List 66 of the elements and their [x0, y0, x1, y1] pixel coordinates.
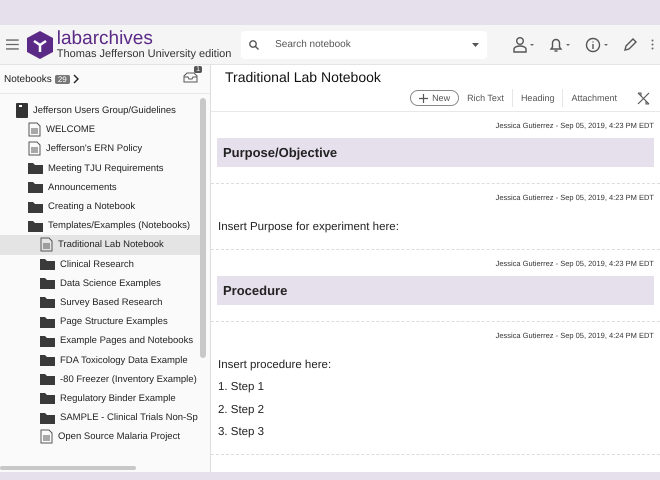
entry-text: 3. Step 3: [217, 425, 266, 440]
folder-icon: [28, 181, 43, 194]
search-field[interactable]: Search notebook: [241, 30, 487, 58]
scrollbar-thumb[interactable]: [200, 98, 206, 358]
tree-item[interactable]: WELCOME: [0, 120, 200, 140]
tree-item[interactable]: Traditional Lab Notebook: [0, 235, 200, 254]
tree-item[interactable]: Page Structure Examples: [0, 312, 200, 332]
bell-icon[interactable]: [549, 36, 571, 52]
folder-icon: [40, 258, 55, 270]
tree-item[interactable]: Open Source Malaria Project: [0, 427, 200, 446]
document-icon: [40, 237, 53, 252]
folder-icon: [28, 162, 43, 174]
tree-item[interactable]: Jefferson's ERN Policy: [0, 139, 200, 159]
tree-item[interactable]: Survey Based Research: [0, 292, 200, 312]
tree-item[interactable]: -80 Freezer (Inventory Example): [0, 370, 200, 389]
document-icon: [28, 122, 41, 138]
tree-item[interactable]: Announcements: [0, 178, 200, 197]
tree-item[interactable]: Regulatory Binder Example: [0, 388, 200, 408]
tree-item[interactable]: SAMPLE - Clinical Trials Non-Sp: [0, 408, 200, 428]
section-heading: Purpose/Objective: [217, 138, 654, 167]
folder-icon: [40, 392, 55, 404]
tree-item[interactable]: Data Science Examples: [0, 274, 200, 293]
tree-item[interactable]: Creating a Notebook: [0, 196, 200, 216]
menu-icon[interactable]: [6, 39, 19, 50]
dropdown-caret-icon: [472, 42, 479, 46]
folder-icon: [40, 316, 55, 328]
folder-icon: [28, 200, 43, 213]
folder-icon: [40, 277, 55, 290]
folder-icon: [40, 296, 55, 308]
user-icon[interactable]: [513, 36, 535, 52]
notebook-icon: [16, 103, 28, 118]
notebooks-label[interactable]: Notebooks: [4, 74, 52, 84]
folder-icon: [40, 354, 55, 366]
entry-text: 2. Step 2: [217, 402, 266, 418]
section-heading: Procedure: [217, 276, 654, 304]
chevron-right-icon[interactable]: [72, 74, 79, 84]
plus-icon: [419, 94, 428, 102]
search-icon: [249, 40, 260, 50]
brand-name: labarchives: [56, 30, 154, 48]
entry-text: Insert procedure here:: [217, 358, 332, 372]
scrollbar-thumb[interactable]: [0, 466, 136, 470]
new-button[interactable]: New: [410, 90, 460, 106]
search-input[interactable]: Search notebook: [273, 38, 458, 51]
info-icon[interactable]: [585, 36, 609, 52]
tree-item[interactable]: Example Pages and Notebooks: [0, 331, 200, 350]
inbox-icon[interactable]: [183, 72, 198, 83]
tree-item[interactable]: FDA Toxicology Data Example: [0, 350, 200, 370]
tree-item[interactable]: Jefferson Users Group/Guidelines: [0, 101, 200, 120]
entry-text: 1. Step 1: [217, 380, 266, 395]
pen-icon[interactable]: [623, 38, 637, 52]
folder-icon: [40, 373, 55, 386]
edition-label: Thomas Jefferson University edition: [56, 48, 232, 60]
page-title: Traditional Lab Notebook: [224, 68, 382, 87]
tools-icon[interactable]: [637, 92, 650, 104]
folder-icon: [40, 412, 55, 424]
cube-logo-icon: [26, 30, 53, 58]
folder-icon: [28, 220, 43, 232]
notebook-count: 29: [54, 74, 70, 84]
folder-icon: [40, 334, 55, 347]
tree-item[interactable]: Templates/Examples (Notebooks): [0, 216, 200, 236]
entry-text: Insert Purpose for experiment here:: [217, 220, 400, 235]
document-icon: [28, 141, 41, 156]
tree-item[interactable]: Meeting TJU Requirements: [0, 158, 200, 178]
tree-item[interactable]: Clinical Research: [0, 254, 200, 274]
document-icon: [40, 429, 53, 444]
more-icon[interactable]: [651, 39, 654, 50]
